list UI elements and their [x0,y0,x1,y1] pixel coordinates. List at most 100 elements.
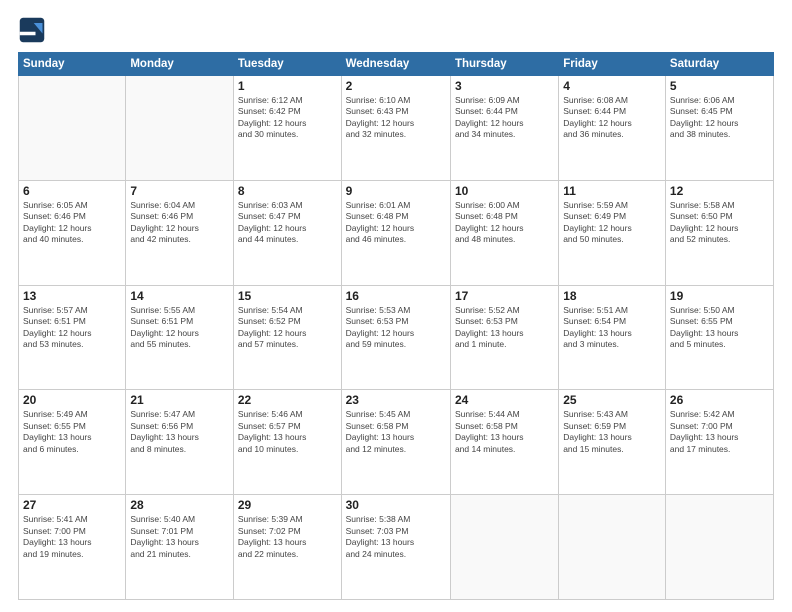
weekday-monday: Monday [126,53,234,76]
day-info: Sunrise: 5:49 AM Sunset: 6:55 PM Dayligh… [23,409,121,455]
day-number: 15 [238,289,337,303]
weekday-header-row: SundayMondayTuesdayWednesdayThursdayFrid… [19,53,774,76]
day-number: 6 [23,184,121,198]
day-info: Sunrise: 6:03 AM Sunset: 6:47 PM Dayligh… [238,200,337,246]
day-cell: 23 Sunrise: 5:45 AM Sunset: 6:58 PM Dayli… [341,390,450,495]
day-cell [19,76,126,181]
day-cell: 27 Sunrise: 5:41 AM Sunset: 7:00 PM Dayli… [19,495,126,600]
day-cell: 18 Sunrise: 5:51 AM Sunset: 6:54 PM Dayli… [559,285,666,390]
day-info: Sunrise: 5:39 AM Sunset: 7:02 PM Dayligh… [238,514,337,560]
day-info: Sunrise: 5:41 AM Sunset: 7:00 PM Dayligh… [23,514,121,560]
day-cell: 24 Sunrise: 5:44 AM Sunset: 6:58 PM Dayli… [450,390,558,495]
day-info: Sunrise: 6:04 AM Sunset: 6:46 PM Dayligh… [130,200,229,246]
day-cell: 15 Sunrise: 5:54 AM Sunset: 6:52 PM Dayli… [233,285,341,390]
day-cell: 10 Sunrise: 6:00 AM Sunset: 6:48 PM Dayli… [450,180,558,285]
header [18,16,774,44]
day-cell: 16 Sunrise: 5:53 AM Sunset: 6:53 PM Dayli… [341,285,450,390]
page: SundayMondayTuesdayWednesdayThursdayFrid… [0,0,792,612]
day-number: 27 [23,498,121,512]
day-info: Sunrise: 6:12 AM Sunset: 6:42 PM Dayligh… [238,95,337,141]
day-info: Sunrise: 5:55 AM Sunset: 6:51 PM Dayligh… [130,305,229,351]
day-number: 5 [670,79,769,93]
day-cell: 4Sunrise: 6:08 AM Sunset: 6:44 PM Daylig… [559,76,666,181]
day-number: 14 [130,289,229,303]
day-number: 8 [238,184,337,198]
day-number: 25 [563,393,661,407]
day-cell: 13 Sunrise: 5:57 AM Sunset: 6:51 PM Dayli… [19,285,126,390]
day-info: Sunrise: 6:09 AM Sunset: 6:44 PM Dayligh… [455,95,554,141]
day-cell: 30 Sunrise: 5:38 AM Sunset: 7:03 PM Dayli… [341,495,450,600]
day-info: Sunrise: 5:46 AM Sunset: 6:57 PM Dayligh… [238,409,337,455]
day-number: 11 [563,184,661,198]
day-info: Sunrise: 6:05 AM Sunset: 6:46 PM Dayligh… [23,200,121,246]
day-cell [126,76,234,181]
day-info: Sunrise: 5:53 AM Sunset: 6:53 PM Dayligh… [346,305,446,351]
day-cell: 14 Sunrise: 5:55 AM Sunset: 6:51 PM Dayli… [126,285,234,390]
day-info: Sunrise: 5:44 AM Sunset: 6:58 PM Dayligh… [455,409,554,455]
day-info: Sunrise: 5:54 AM Sunset: 6:52 PM Dayligh… [238,305,337,351]
day-info: Sunrise: 6:10 AM Sunset: 6:43 PM Dayligh… [346,95,446,141]
day-number: 21 [130,393,229,407]
day-number: 1 [238,79,337,93]
day-info: Sunrise: 5:43 AM Sunset: 6:59 PM Dayligh… [563,409,661,455]
weekday-tuesday: Tuesday [233,53,341,76]
day-number: 3 [455,79,554,93]
day-cell: 5Sunrise: 6:06 AM Sunset: 6:45 PM Daylig… [665,76,773,181]
weekday-sunday: Sunday [19,53,126,76]
day-number: 30 [346,498,446,512]
day-info: Sunrise: 6:01 AM Sunset: 6:48 PM Dayligh… [346,200,446,246]
day-info: Sunrise: 5:51 AM Sunset: 6:54 PM Dayligh… [563,305,661,351]
day-number: 12 [670,184,769,198]
day-cell: 29Sunrise: 5:39 AM Sunset: 7:02 PM Dayli… [233,495,341,600]
logo-icon [18,16,46,44]
day-cell: 25 Sunrise: 5:43 AM Sunset: 6:59 PM Dayli… [559,390,666,495]
day-cell: 28 Sunrise: 5:40 AM Sunset: 7:01 PM Dayli… [126,495,234,600]
day-number: 18 [563,289,661,303]
day-cell: 26 Sunrise: 5:42 AM Sunset: 7:00 PM Dayli… [665,390,773,495]
day-cell: 1 Sunrise: 6:12 AM Sunset: 6:42 PM Daylig… [233,76,341,181]
week-row-1: 1 Sunrise: 6:12 AM Sunset: 6:42 PM Daylig… [19,76,774,181]
day-cell: 12 Sunrise: 5:58 AM Sunset: 6:50 PM Dayli… [665,180,773,285]
day-number: 4 [563,79,661,93]
weekday-thursday: Thursday [450,53,558,76]
day-info: Sunrise: 6:00 AM Sunset: 6:48 PM Dayligh… [455,200,554,246]
day-info: Sunrise: 5:45 AM Sunset: 6:58 PM Dayligh… [346,409,446,455]
day-info: Sunrise: 5:59 AM Sunset: 6:49 PM Dayligh… [563,200,661,246]
day-number: 24 [455,393,554,407]
day-cell: 9Sunrise: 6:01 AM Sunset: 6:48 PM Daylig… [341,180,450,285]
day-number: 23 [346,393,446,407]
logo [18,16,50,44]
day-number: 13 [23,289,121,303]
day-cell [665,495,773,600]
day-info: Sunrise: 5:57 AM Sunset: 6:51 PM Dayligh… [23,305,121,351]
day-cell: 21 Sunrise: 5:47 AM Sunset: 6:56 PM Dayli… [126,390,234,495]
day-cell [450,495,558,600]
day-info: Sunrise: 5:58 AM Sunset: 6:50 PM Dayligh… [670,200,769,246]
day-number: 28 [130,498,229,512]
weekday-wednesday: Wednesday [341,53,450,76]
day-number: 16 [346,289,446,303]
day-number: 19 [670,289,769,303]
weekday-friday: Friday [559,53,666,76]
day-number: 26 [670,393,769,407]
day-info: Sunrise: 5:42 AM Sunset: 7:00 PM Dayligh… [670,409,769,455]
day-number: 17 [455,289,554,303]
day-info: Sunrise: 5:40 AM Sunset: 7:01 PM Dayligh… [130,514,229,560]
day-info: Sunrise: 5:38 AM Sunset: 7:03 PM Dayligh… [346,514,446,560]
day-info: Sunrise: 5:47 AM Sunset: 6:56 PM Dayligh… [130,409,229,455]
day-number: 22 [238,393,337,407]
day-cell: 20 Sunrise: 5:49 AM Sunset: 6:55 PM Dayli… [19,390,126,495]
week-row-4: 20 Sunrise: 5:49 AM Sunset: 6:55 PM Dayli… [19,390,774,495]
day-cell: 8 Sunrise: 6:03 AM Sunset: 6:47 PM Daylig… [233,180,341,285]
day-number: 7 [130,184,229,198]
day-number: 10 [455,184,554,198]
week-row-3: 13 Sunrise: 5:57 AM Sunset: 6:51 PM Dayli… [19,285,774,390]
day-cell: 17Sunrise: 5:52 AM Sunset: 6:53 PM Dayli… [450,285,558,390]
day-cell: 6 Sunrise: 6:05 AM Sunset: 6:46 PM Daylig… [19,180,126,285]
day-cell: 22 Sunrise: 5:46 AM Sunset: 6:57 PM Dayli… [233,390,341,495]
day-number: 2 [346,79,446,93]
day-cell: 19Sunrise: 5:50 AM Sunset: 6:55 PM Dayli… [665,285,773,390]
day-cell: 7 Sunrise: 6:04 AM Sunset: 6:46 PM Daylig… [126,180,234,285]
week-row-5: 27 Sunrise: 5:41 AM Sunset: 7:00 PM Dayli… [19,495,774,600]
day-number: 20 [23,393,121,407]
